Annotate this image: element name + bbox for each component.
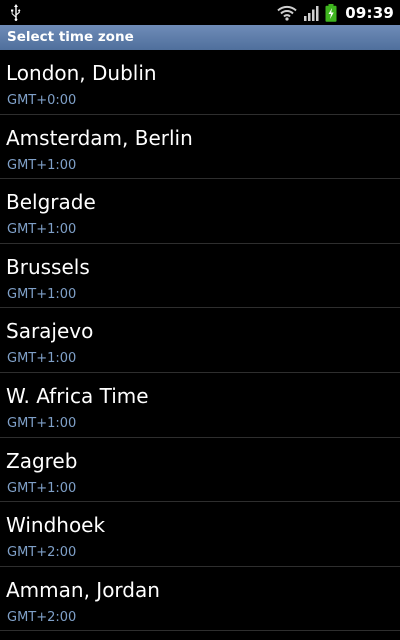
timezone-offset: GMT+2:00 — [7, 609, 77, 625]
timezone-offset: GMT+0:00 — [7, 93, 77, 108]
timezone-offset: GMT+1:00 — [7, 351, 77, 367]
timezone-name: Amman, Jordan — [6, 577, 160, 602]
timezone-offset: GMT+1:00 — [7, 157, 77, 173]
timezone-item[interactable]: W. Africa Time GMT+1:00 — [0, 373, 400, 438]
timezone-name: Amsterdam, Berlin — [6, 125, 193, 150]
timezone-offset: GMT+1:00 — [7, 286, 77, 302]
status-icons: 09:39 — [277, 0, 394, 25]
usb-icon — [11, 4, 21, 21]
timezone-item[interactable]: London, Dublin GMT+0:00 — [0, 50, 400, 115]
status-bar: 09:39 — [0, 0, 400, 25]
timezone-item[interactable]: Amman, Jordan GMT+2:00 — [0, 567, 400, 632]
dialog-title: Select time zone — [0, 25, 400, 50]
timezone-item[interactable]: Zagreb GMT+1:00 — [0, 438, 400, 503]
signal-icon — [304, 5, 319, 21]
wifi-icon — [277, 5, 297, 21]
timezone-item[interactable]: Amsterdam, Berlin GMT+1:00 — [0, 115, 400, 180]
timezone-item[interactable]: Belgrade GMT+1:00 — [0, 179, 400, 244]
timezone-name: Sarajevo — [6, 319, 94, 344]
timezone-offset: GMT+1:00 — [7, 480, 77, 496]
timezone-name: London, Dublin — [6, 61, 157, 85]
timezone-name: Brussels — [6, 254, 90, 279]
timezone-name: Windhoek — [6, 513, 106, 538]
timezone-name: W. Africa Time — [6, 383, 149, 408]
timezone-offset: GMT+1:00 — [7, 222, 77, 238]
timezone-offset: GMT+2:00 — [7, 545, 77, 561]
timezone-name: Belgrade — [6, 190, 96, 215]
timezone-list[interactable]: London, Dublin GMT+0:00 Amsterdam, Berlin G… — [0, 50, 400, 640]
timezone-offset: GMT+1:00 — [7, 415, 77, 431]
timezone-item[interactable]: Brussels GMT+1:00 — [0, 244, 400, 309]
timezone-item[interactable]: Windhoek GMT+2:00 — [0, 502, 400, 567]
status-clock: 09:39 — [345, 3, 394, 22]
battery-charging-icon — [325, 3, 337, 22]
timezone-item[interactable]: Sarajevo GMT+1:00 — [0, 308, 400, 373]
timezone-name: Zagreb — [6, 448, 78, 473]
